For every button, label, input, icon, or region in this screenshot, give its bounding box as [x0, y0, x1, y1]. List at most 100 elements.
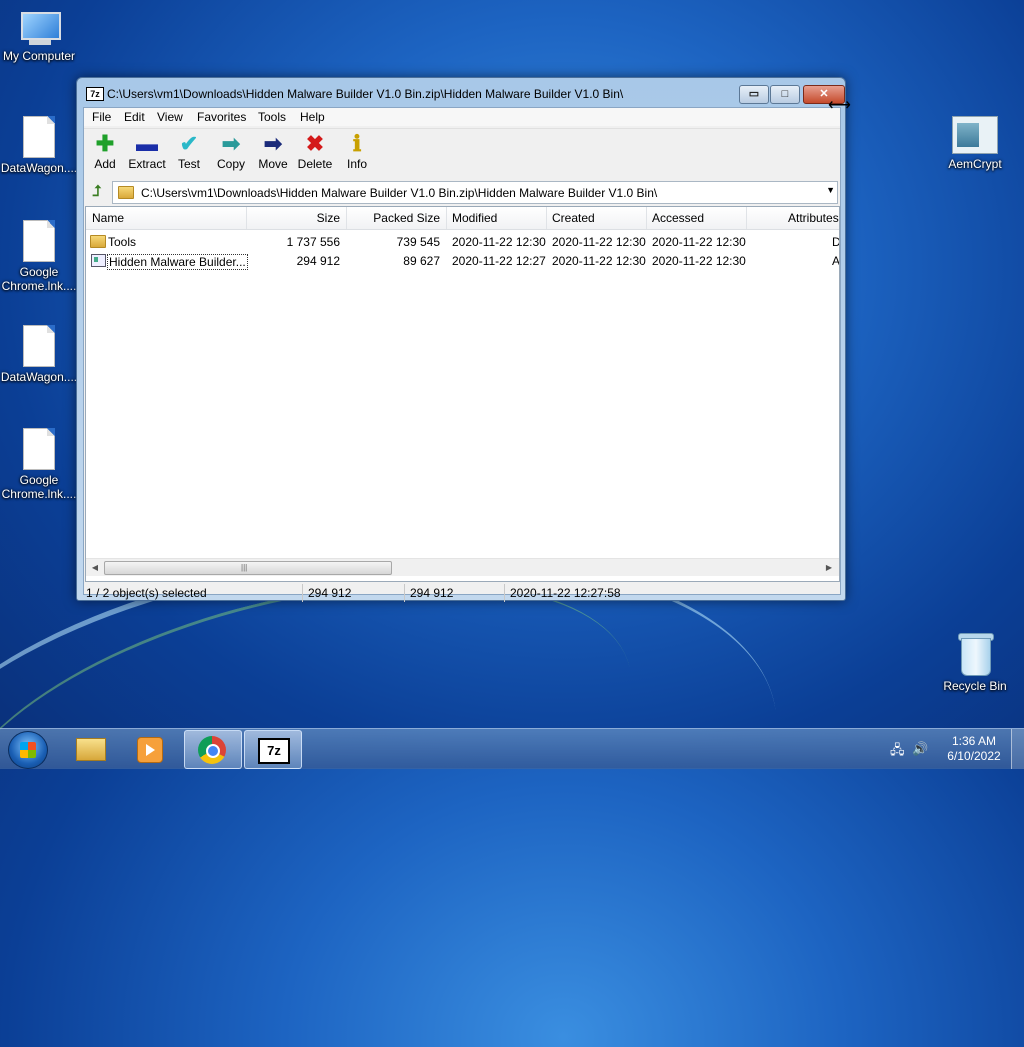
- up-arrow-icon: ⮥: [92, 183, 102, 200]
- folder-icon: [76, 738, 106, 761]
- row-packed-size: 739 545: [396, 235, 440, 249]
- copy-label: Copy: [216, 157, 245, 171]
- desktop-icon-label: My Computer: [2, 49, 76, 63]
- 7zip-icon: 7z: [258, 738, 290, 764]
- extract-button[interactable]: ▬ Extract: [127, 131, 167, 177]
- document-icon: [23, 428, 55, 470]
- scroll-left-icon[interactable]: ◀: [88, 561, 102, 574]
- taskbar: 7z 🖧 🔊 1:36 AM 6/10/2022: [0, 728, 1024, 769]
- desktop-icon-my-computer[interactable]: My Computer: [0, 10, 78, 63]
- row-created: 2020-11-22 12:30: [552, 235, 646, 249]
- menu-edit[interactable]: Edit: [124, 110, 145, 124]
- desktop-icon-aemcrypt[interactable]: AemCrypt: [936, 116, 1014, 171]
- menu-help[interactable]: Help: [300, 110, 325, 124]
- move-button[interactable]: ➡ Move: [253, 131, 293, 177]
- window-client: File Edit View Favorites Tools Help ✚ Ad…: [83, 107, 841, 602]
- status-modified: 2020-11-22 12:27:58: [510, 586, 621, 600]
- recycle-bin-icon: [958, 632, 994, 676]
- move-label: Move: [258, 157, 288, 171]
- volume-icon[interactable]: 🔊: [912, 741, 928, 757]
- column-modified[interactable]: Modified: [452, 211, 497, 225]
- taskbar-media-player-button[interactable]: [122, 730, 178, 767]
- add-button[interactable]: ✚ Add: [85, 131, 125, 177]
- desktop-icon-datawagon-2[interactable]: DataWagon....: [0, 325, 78, 384]
- start-button[interactable]: [8, 731, 48, 769]
- menu-view[interactable]: View: [157, 110, 183, 124]
- 7zip-app-icon[interactable]: 7z: [86, 87, 104, 101]
- row-attributes: A: [832, 254, 840, 268]
- row-name: Hidden Malware Builder...: [107, 254, 248, 270]
- delete-x-icon: ✖: [305, 131, 325, 156]
- desktop-icon-label: DataWagon....: [0, 161, 78, 175]
- column-packed-size[interactable]: Packed Size: [348, 211, 440, 225]
- row-size: 294 912: [296, 254, 340, 268]
- desktop-icon-google-chrome-1[interactable]: Google Chrome.lnk....: [0, 220, 78, 293]
- 7zip-window: 7z C:\Users\vm1\Downloads\Hidden Malware…: [76, 77, 846, 602]
- taskbar-chrome-button[interactable]: [184, 730, 242, 769]
- menu-file[interactable]: File: [92, 110, 111, 124]
- desktop-icon-label: DataWagon....: [0, 370, 78, 384]
- row-packed-size: 89 627: [403, 254, 440, 268]
- document-icon: [23, 220, 55, 262]
- table-row[interactable]: Hidden Malware Builder... 294 912 89 627…: [86, 251, 839, 270]
- column-created[interactable]: Created: [552, 211, 595, 225]
- row-size: 1 737 556: [286, 235, 340, 249]
- column-header: Name Size Packed Size Modified Created A…: [86, 207, 839, 230]
- delete-label: Delete: [297, 157, 333, 171]
- desktop-icon-datawagon-1[interactable]: DataWagon....: [0, 116, 78, 175]
- app-window-icon: [952, 116, 998, 154]
- show-desktop-button[interactable]: [1011, 729, 1024, 769]
- info-button[interactable]: ℹ Info: [337, 131, 377, 177]
- minus-icon: ▬: [136, 131, 158, 156]
- window-title: C:\Users\vm1\Downloads\Hidden Malware Bu…: [107, 87, 624, 101]
- delete-button[interactable]: ✖ Delete: [295, 131, 335, 177]
- column-attributes[interactable]: Attributes: [788, 211, 839, 225]
- row-name: Tools: [108, 235, 137, 249]
- address-input[interactable]: C:\Users\vm1\Downloads\Hidden Malware Bu…: [112, 181, 838, 204]
- scroll-right-icon[interactable]: ▶: [822, 561, 836, 574]
- copy-button[interactable]: ➡ Copy: [211, 131, 251, 177]
- minimize-button[interactable]: ▭: [739, 85, 769, 104]
- status-size: 294 912: [308, 586, 352, 600]
- test-button[interactable]: ✔ Test: [169, 131, 209, 177]
- maximize-button[interactable]: □: [770, 85, 800, 104]
- file-list[interactable]: Name Size Packed Size Modified Created A…: [85, 206, 840, 582]
- extract-label: Extract: [128, 157, 166, 171]
- table-row[interactable]: Tools 1 737 556 739 545 2020-11-22 12:30…: [86, 232, 839, 251]
- taskbar-7zip-button[interactable]: 7z: [244, 730, 302, 769]
- taskbar-explorer-button[interactable]: [62, 730, 118, 767]
- info-label: Info: [346, 157, 367, 171]
- row-created: 2020-11-22 12:30: [552, 254, 646, 268]
- row-modified: 2020-11-22 12:30: [452, 235, 546, 249]
- check-icon: ✔: [179, 131, 199, 156]
- copy-arrow-icon: ➡: [221, 131, 241, 156]
- desktop-icon-label: AemCrypt: [948, 157, 1002, 171]
- plus-icon: ✚: [95, 131, 115, 156]
- column-accessed[interactable]: Accessed: [652, 211, 704, 225]
- desktop-icon-google-chrome-2[interactable]: Google Chrome.lnk....: [0, 428, 78, 501]
- menu-favorites[interactable]: Favorites: [197, 110, 246, 124]
- column-name[interactable]: Name: [92, 211, 124, 225]
- status-bar: 1 / 2 object(s) selected 294 912 294 912…: [84, 583, 840, 603]
- maximize-icon: □: [781, 88, 789, 100]
- test-label: Test: [177, 157, 200, 171]
- desktop-icon-recycle-bin[interactable]: Recycle Bin: [936, 632, 1014, 693]
- info-icon: ℹ: [352, 131, 362, 156]
- up-folder-button[interactable]: ⮥: [87, 182, 107, 202]
- document-icon: [23, 116, 55, 158]
- clock[interactable]: 1:36 AM 6/10/2022: [938, 734, 1010, 764]
- clock-date: 6/10/2022: [947, 749, 1001, 763]
- chevron-down-icon[interactable]: ▼: [826, 185, 835, 195]
- scroll-thumb[interactable]: |||: [104, 561, 392, 575]
- column-size[interactable]: Size: [248, 211, 340, 225]
- menu-bar: File Edit View Favorites Tools Help: [84, 108, 840, 126]
- menu-tools[interactable]: Tools: [258, 110, 286, 124]
- address-bar: ⮥ C:\Users\vm1\Downloads\Hidden Malware …: [84, 179, 840, 205]
- horizontal-scrollbar[interactable]: ◀ ||| ▶: [86, 558, 839, 576]
- desktop-icon-label: Google Chrome.lnk....: [1, 265, 77, 293]
- network-icon[interactable]: 🖧: [890, 741, 905, 763]
- row-modified: 2020-11-22 12:27: [452, 254, 546, 268]
- desktop-icon-label: Recycle Bin: [943, 679, 1007, 693]
- move-arrow-icon: ➡: [263, 131, 283, 156]
- title-bar[interactable]: 7z C:\Users\vm1\Downloads\Hidden Malware…: [77, 78, 845, 108]
